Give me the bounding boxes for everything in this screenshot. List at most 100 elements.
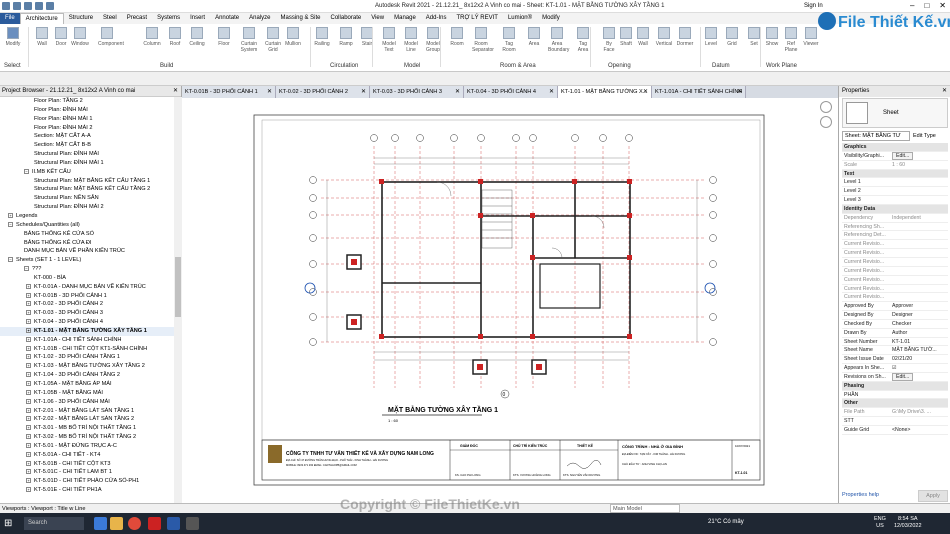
browser-item[interactable]: + KT-1.04 - 3D PHỐI CẢNH TẦNG 2 [0, 371, 174, 380]
tab-4[interactable]: Precast [122, 13, 152, 24]
property-row[interactable]: Approved By Approver [842, 302, 948, 312]
property-section[interactable]: Graphics [842, 143, 948, 152]
view-tab[interactable]: KT-0.03 - 3D PHỐI CẢNH 3 ✕ [370, 86, 464, 98]
folder-icon[interactable] [110, 517, 123, 530]
property-row[interactable]: Revisions on Sh... Edit... [842, 372, 948, 382]
ribbon-button-24[interactable]: By Face [600, 27, 618, 53]
ribbon-button-21[interactable]: Area [525, 27, 543, 47]
close-tab-icon[interactable]: ✕ [455, 86, 460, 98]
browser-item[interactable]: + KT-0.01A - DANH MỤC BẢN VẼ KIẾN TRÚC [0, 283, 174, 292]
ribbon-button-29[interactable]: Level [702, 27, 720, 47]
browser-item[interactable]: Floor Plan: TẦNG 2 [0, 97, 174, 106]
property-row[interactable]: Appears In She... ☑ [842, 364, 948, 373]
browser-item[interactable]: + KT-1.03 - MẶT BẰNG TƯỜNG XÂY TẦNG 2 [0, 362, 174, 371]
property-row[interactable]: Sheet Name MẶT BẰNG TƯỜ... [842, 346, 948, 356]
property-row[interactable]: Current Revisio... [842, 267, 948, 276]
ribbon-button-25[interactable]: Shaft [617, 27, 635, 47]
ribbon-button-20[interactable]: Tag Room [500, 27, 518, 53]
ribbon-button-32[interactable]: Show [763, 27, 781, 47]
tab-12[interactable]: Manage [389, 13, 421, 24]
browser-item[interactable]: + KT-1.05B - MẶT BẰNG MÁI [0, 389, 174, 398]
ribbon-button-26[interactable]: Wall [634, 27, 652, 47]
ribbon-button-3[interactable]: Window [71, 27, 89, 47]
browser-item[interactable]: Structural Plan: MẶT BẰNG KẾT CẤU TẦNG 1 [0, 177, 174, 186]
ribbon-button-4[interactable]: Component [98, 27, 124, 47]
browser-item[interactable]: + KT-1.06 - 3D PHỐI CẢNH MÁI [0, 398, 174, 407]
windows-start-icon[interactable]: ⊞ [4, 518, 12, 529]
expand-icon[interactable]: + [26, 487, 31, 493]
expand-icon[interactable]: − [8, 257, 13, 263]
expand-icon[interactable]: + [26, 292, 31, 298]
weather-widget[interactable]: 21°C Có mây [708, 519, 744, 525]
ribbon-button-11[interactable]: Mullion [284, 27, 302, 47]
property-row[interactable]: Level 2 [842, 187, 948, 197]
expand-icon[interactable]: + [26, 398, 31, 404]
ribbon-button-16[interactable]: Model Line [402, 27, 420, 53]
property-row[interactable]: Checked By Checker [842, 320, 948, 329]
expand-icon[interactable]: + [26, 451, 31, 457]
property-row[interactable]: File Path G:\My Drive\3. ... [842, 408, 948, 418]
view-tab[interactable]: KT-1.01A - CHI TIẾT SẢNH CHÍNH ✕ [652, 86, 746, 98]
browser-item[interactable]: + KT-3.01 - MB BỐ TRÍ NỘI THẤT TẦNG 1 [0, 424, 174, 433]
browser-item[interactable]: + KT-1.01 - MẶT BẰNG TƯỜNG XÂY TẦNG 1 [0, 326, 174, 336]
print-icon[interactable] [46, 2, 54, 10]
expand-icon[interactable]: − [24, 168, 29, 174]
browser-item[interactable]: + KT-5.01E - CHI TIẾT PH1A [0, 486, 174, 495]
property-row[interactable]: Guide Grid <None> [842, 426, 948, 435]
expand-icon[interactable]: + [26, 425, 31, 431]
browser-item[interactable]: Structural Plan: ĐỈNH MÁI 1 [0, 159, 174, 168]
expand-icon[interactable]: + [26, 283, 31, 289]
drawing-canvas[interactable]: 0 MẶT BẰNG TƯỜNG XÂY TẦNG 1 1 : 60 CÔNG … [182, 98, 838, 503]
tab-16[interactable]: Modify [537, 13, 565, 24]
ribbon-button-18[interactable]: Room [448, 27, 466, 47]
property-row[interactable]: Designed By Designer [842, 311, 948, 320]
browser-item[interactable]: + KT-5.01B - CHI TIẾT CỘT KT3 [0, 460, 174, 469]
model-select[interactable]: Main Model [610, 504, 680, 513]
browser-item[interactable]: BẢNG THỐNG KÊ CỬA SỔ [0, 230, 174, 239]
browser-item[interactable]: Structural Plan: MẶT BẰNG KẾT CẤU TẦNG 2 [0, 185, 174, 194]
maximize-icon[interactable]: □ [924, 1, 929, 10]
ribbon-button-6[interactable]: Roof [166, 27, 184, 47]
expand-icon[interactable]: + [26, 354, 31, 360]
ribbon-button-13[interactable]: Ramp [337, 27, 355, 47]
apply-button[interactable]: Apply [918, 490, 948, 502]
navigation-bar[interactable] [818, 98, 834, 158]
ribbon-button-30[interactable]: Grid [723, 27, 741, 47]
ribbon-button-0[interactable]: Modify [4, 27, 22, 47]
property-section[interactable]: Identity Data [842, 204, 948, 214]
ribbon-button-5[interactable]: Column [143, 27, 161, 47]
revit-icon[interactable] [167, 517, 180, 530]
expand-icon[interactable]: + [26, 434, 31, 440]
expand-icon[interactable]: − [24, 266, 29, 272]
browser-item[interactable]: + KT-0.02 - 3D PHỐI CẢNH 2 [0, 300, 174, 309]
ribbon-button-14[interactable]: Stair [358, 27, 376, 47]
expand-icon[interactable]: + [26, 442, 31, 448]
expand-icon[interactable]: + [26, 416, 31, 422]
browser-item[interactable]: Floor Plan: ĐỈNH MÁI [0, 106, 174, 115]
expand-icon[interactable]: + [26, 319, 31, 325]
ribbon-button-10[interactable]: Curtain Grid [264, 27, 282, 53]
ribbon-button-15[interactable]: Model Text [380, 27, 398, 53]
expand-icon[interactable]: + [26, 336, 31, 342]
property-row[interactable]: Dependency Independent [842, 214, 948, 223]
tab-13[interactable]: Add-Ins [421, 13, 452, 24]
tab-7[interactable]: Annotate [210, 13, 244, 24]
property-row[interactable]: Referencing Det... [842, 231, 948, 241]
browser-item[interactable]: + KT-0.01B - 3D PHỐI CẢNH 1 [0, 292, 174, 301]
ribbon-button-7[interactable]: Ceiling [188, 27, 206, 47]
tab-5[interactable]: Systems [152, 13, 185, 24]
app-icon[interactable] [186, 517, 199, 530]
tab-3[interactable]: Steel [98, 13, 122, 24]
property-row[interactable]: Sheet Issue Date 02/21/20 [842, 355, 948, 365]
ribbon-button-8[interactable]: Floor [215, 27, 233, 47]
instance-filter-select[interactable]: Sheet: MẶT BẰNG TƯ [842, 131, 910, 141]
scrollbar-thumb[interactable] [175, 257, 181, 317]
tab-0[interactable]: File [0, 13, 20, 24]
tab-15[interactable]: Lumion® [503, 13, 537, 24]
expand-icon[interactable]: + [26, 460, 31, 466]
browser-item[interactable]: + KT-2.02 - MẶT BẰNG LÁT SÀN TẦNG 2 [0, 415, 174, 424]
browser-item[interactable]: + KT-5.01A - CHI TIẾT - KT4 [0, 451, 174, 460]
close-tab-icon[interactable]: ✕ [737, 86, 742, 98]
browser-item[interactable]: + KT-1.01B - CHI TIẾT CỘT KT1-SẢNH CHÍNH [0, 345, 174, 354]
tab-10[interactable]: Collaborate [326, 13, 367, 24]
